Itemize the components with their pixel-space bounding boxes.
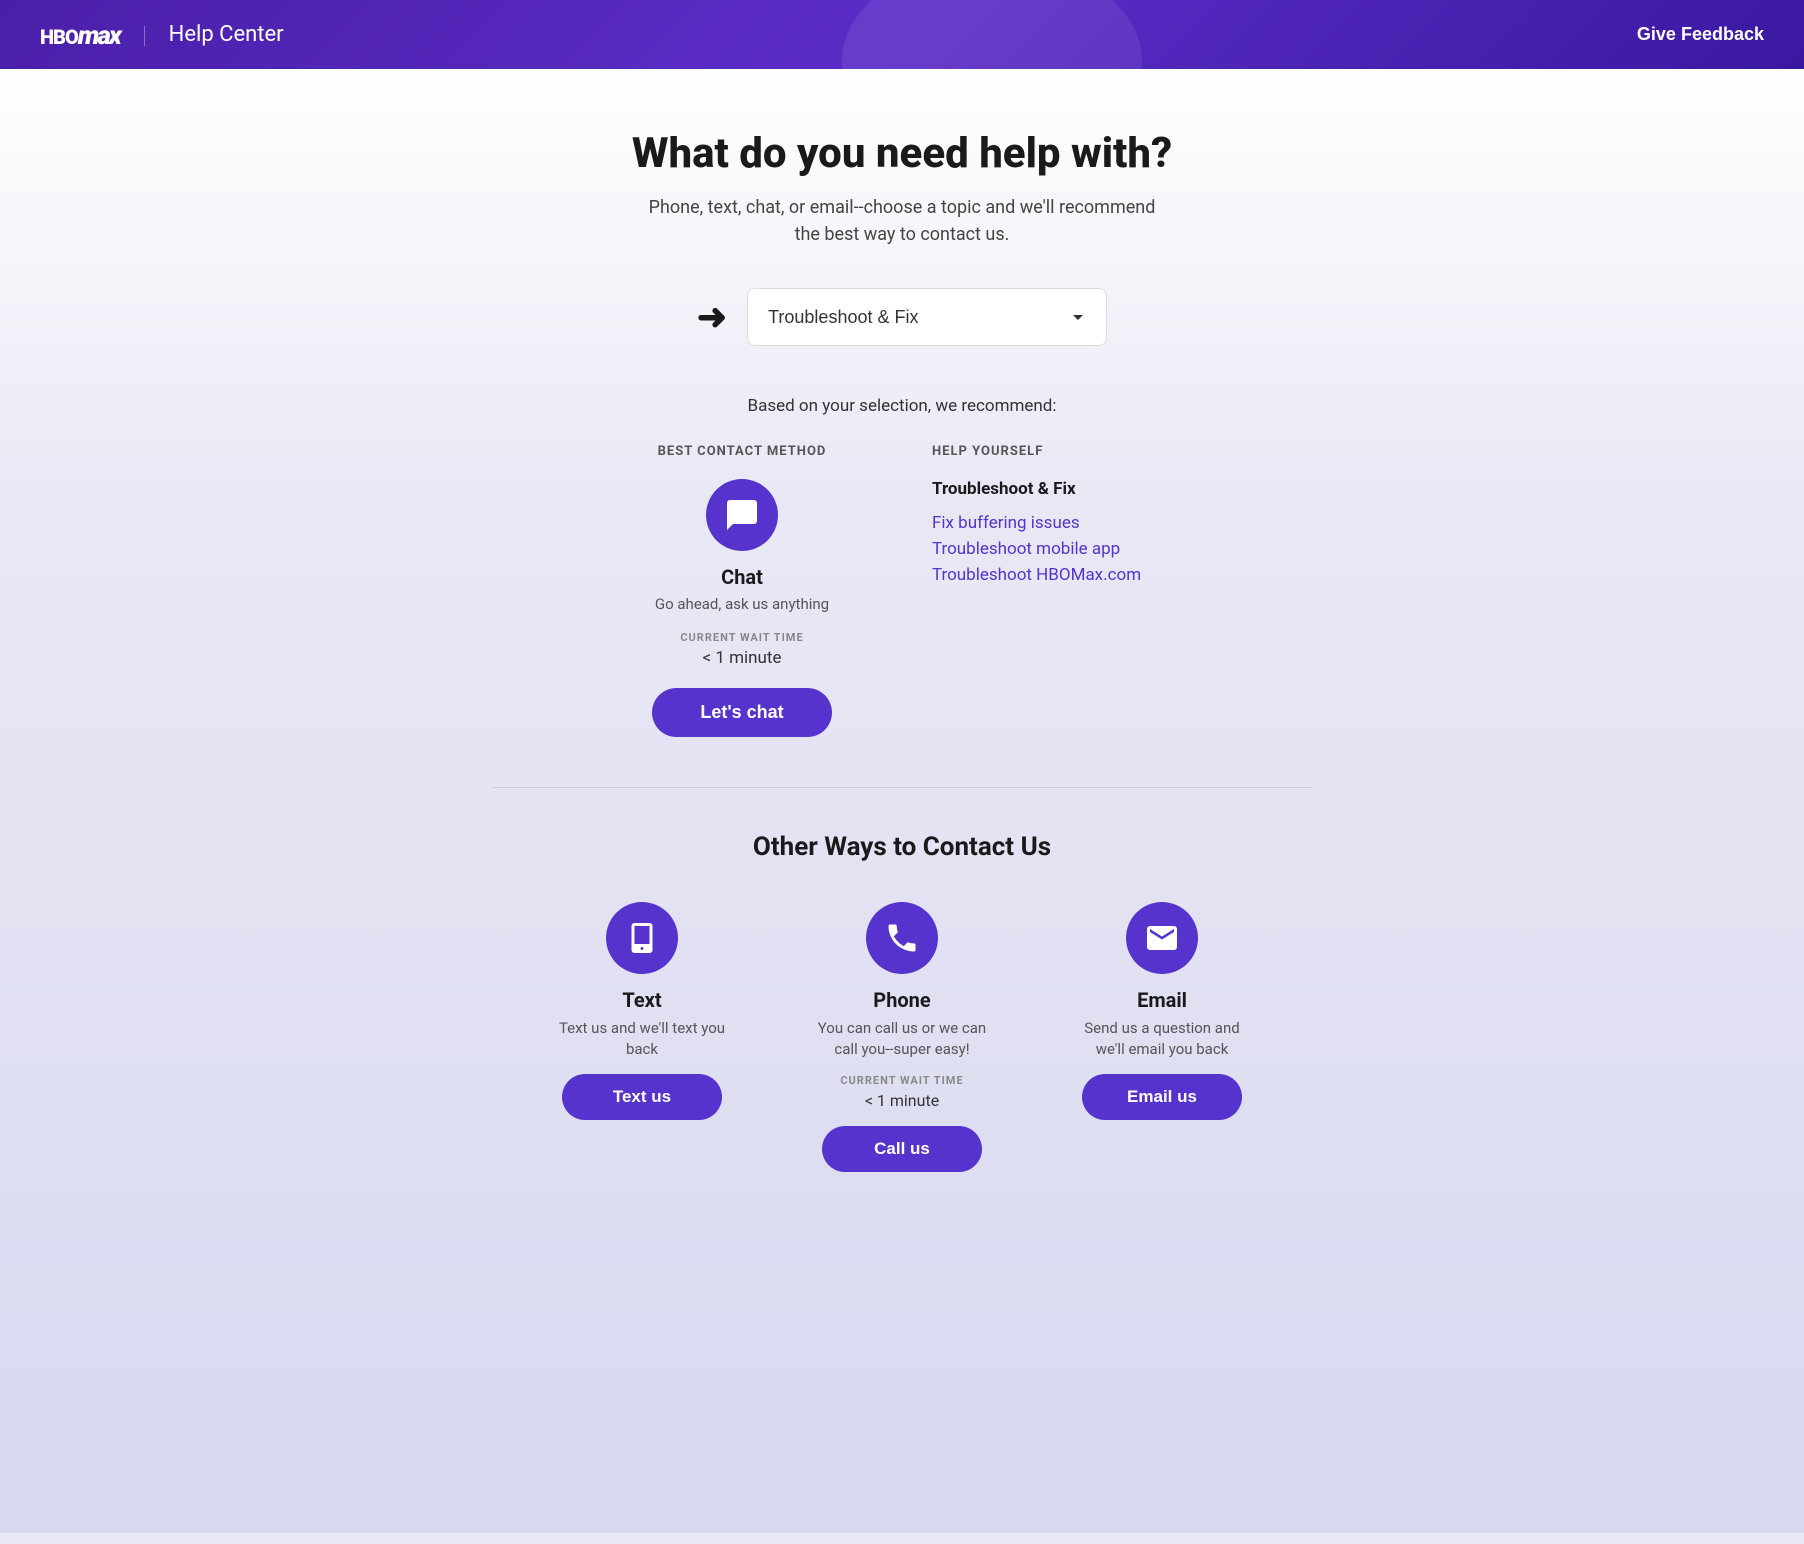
text-icon-circle [606, 902, 678, 974]
header-left: HBOmax | Help Center [40, 18, 284, 51]
phone-wait-value: < 1 minute [865, 1091, 939, 1110]
section-divider [492, 787, 1312, 788]
help-yourself-category: Troubleshoot & Fix [932, 479, 1172, 499]
help-links: Fix buffering issues Troubleshoot mobile… [932, 513, 1172, 585]
help-link-2[interactable]: Troubleshoot HBOMax.com [932, 565, 1172, 585]
help-link-0[interactable]: Fix buffering issues [932, 513, 1172, 533]
help-yourself-section-label: HELP YOURSELF [932, 444, 1172, 459]
contact-method-name: Chat [721, 565, 763, 589]
phone-icon [884, 920, 920, 956]
email-icon [1144, 920, 1180, 956]
recommendation-label: Based on your selection, we recommend: [747, 396, 1056, 416]
best-contact-section: BEST CONTACT METHOD Chat Go ahead, ask u… [632, 444, 852, 737]
wait-time-value: < 1 minute [702, 648, 781, 668]
chat-bubble-icon [724, 497, 760, 533]
phone-wait-label: CURRENT WAIT TIME [840, 1074, 963, 1087]
email-icon-circle [1126, 902, 1198, 974]
mobile-icon [624, 920, 660, 956]
contact-card-text: Text Text us and we'll text you back Tex… [542, 902, 742, 1120]
phone-icon-circle [866, 902, 938, 974]
email-card-desc: Send us a question and we'll email you b… [1072, 1018, 1252, 1060]
email-card-title: Email [1137, 988, 1187, 1012]
header-divider: | [142, 21, 147, 49]
email-us-button[interactable]: Email us [1082, 1074, 1242, 1120]
text-us-button[interactable]: Text us [562, 1074, 722, 1120]
contact-card-phone: Phone You can call us or we can call you… [802, 902, 1002, 1172]
call-us-button[interactable]: Call us [822, 1126, 982, 1172]
topic-select[interactable]: Troubleshoot & Fix Billing & Payments Ac… [747, 288, 1107, 346]
dropdown-row: ➜ Troubleshoot & Fix Billing & Payments … [697, 288, 1107, 346]
chat-icon-circle [706, 479, 778, 551]
lets-chat-button[interactable]: Let's chat [652, 688, 831, 737]
phone-card-desc: You can call us or we can call you--supe… [812, 1018, 992, 1060]
best-contact-section-label: BEST CONTACT METHOD [658, 444, 827, 459]
help-link-1[interactable]: Troubleshoot mobile app [932, 539, 1172, 559]
text-card-desc: Text us and we'll text you back [552, 1018, 732, 1060]
logo-hbo-text: HBOmax [40, 18, 120, 51]
text-card-title: Text [622, 988, 661, 1012]
page-subtitle: Phone, text, chat, or email--choose a to… [642, 194, 1162, 248]
help-yourself-section: HELP YOURSELF Troubleshoot & Fix Fix buf… [932, 444, 1172, 585]
arrow-right-icon: ➜ [697, 296, 727, 338]
hbomax-logo: HBOmax [40, 18, 120, 51]
phone-card-title: Phone [873, 988, 930, 1012]
header: HBOmax | Help Center Give Feedback [0, 0, 1804, 69]
wait-time-label: CURRENT WAIT TIME [680, 631, 803, 644]
contact-method-desc: Go ahead, ask us anything [655, 595, 829, 613]
other-ways-grid: Text Text us and we'll text you back Tex… [542, 902, 1262, 1172]
give-feedback-button[interactable]: Give Feedback [1637, 24, 1764, 45]
page-title: What do you need help with? [632, 129, 1172, 178]
recommendation-grid: BEST CONTACT METHOD Chat Go ahead, ask u… [592, 444, 1212, 737]
main-content: What do you need help with? Phone, text,… [0, 69, 1804, 1533]
other-ways-title: Other Ways to Contact Us [753, 832, 1051, 862]
contact-card-email: Email Send us a question and we'll email… [1062, 902, 1262, 1120]
header-help-center-title: Help Center [169, 22, 284, 47]
